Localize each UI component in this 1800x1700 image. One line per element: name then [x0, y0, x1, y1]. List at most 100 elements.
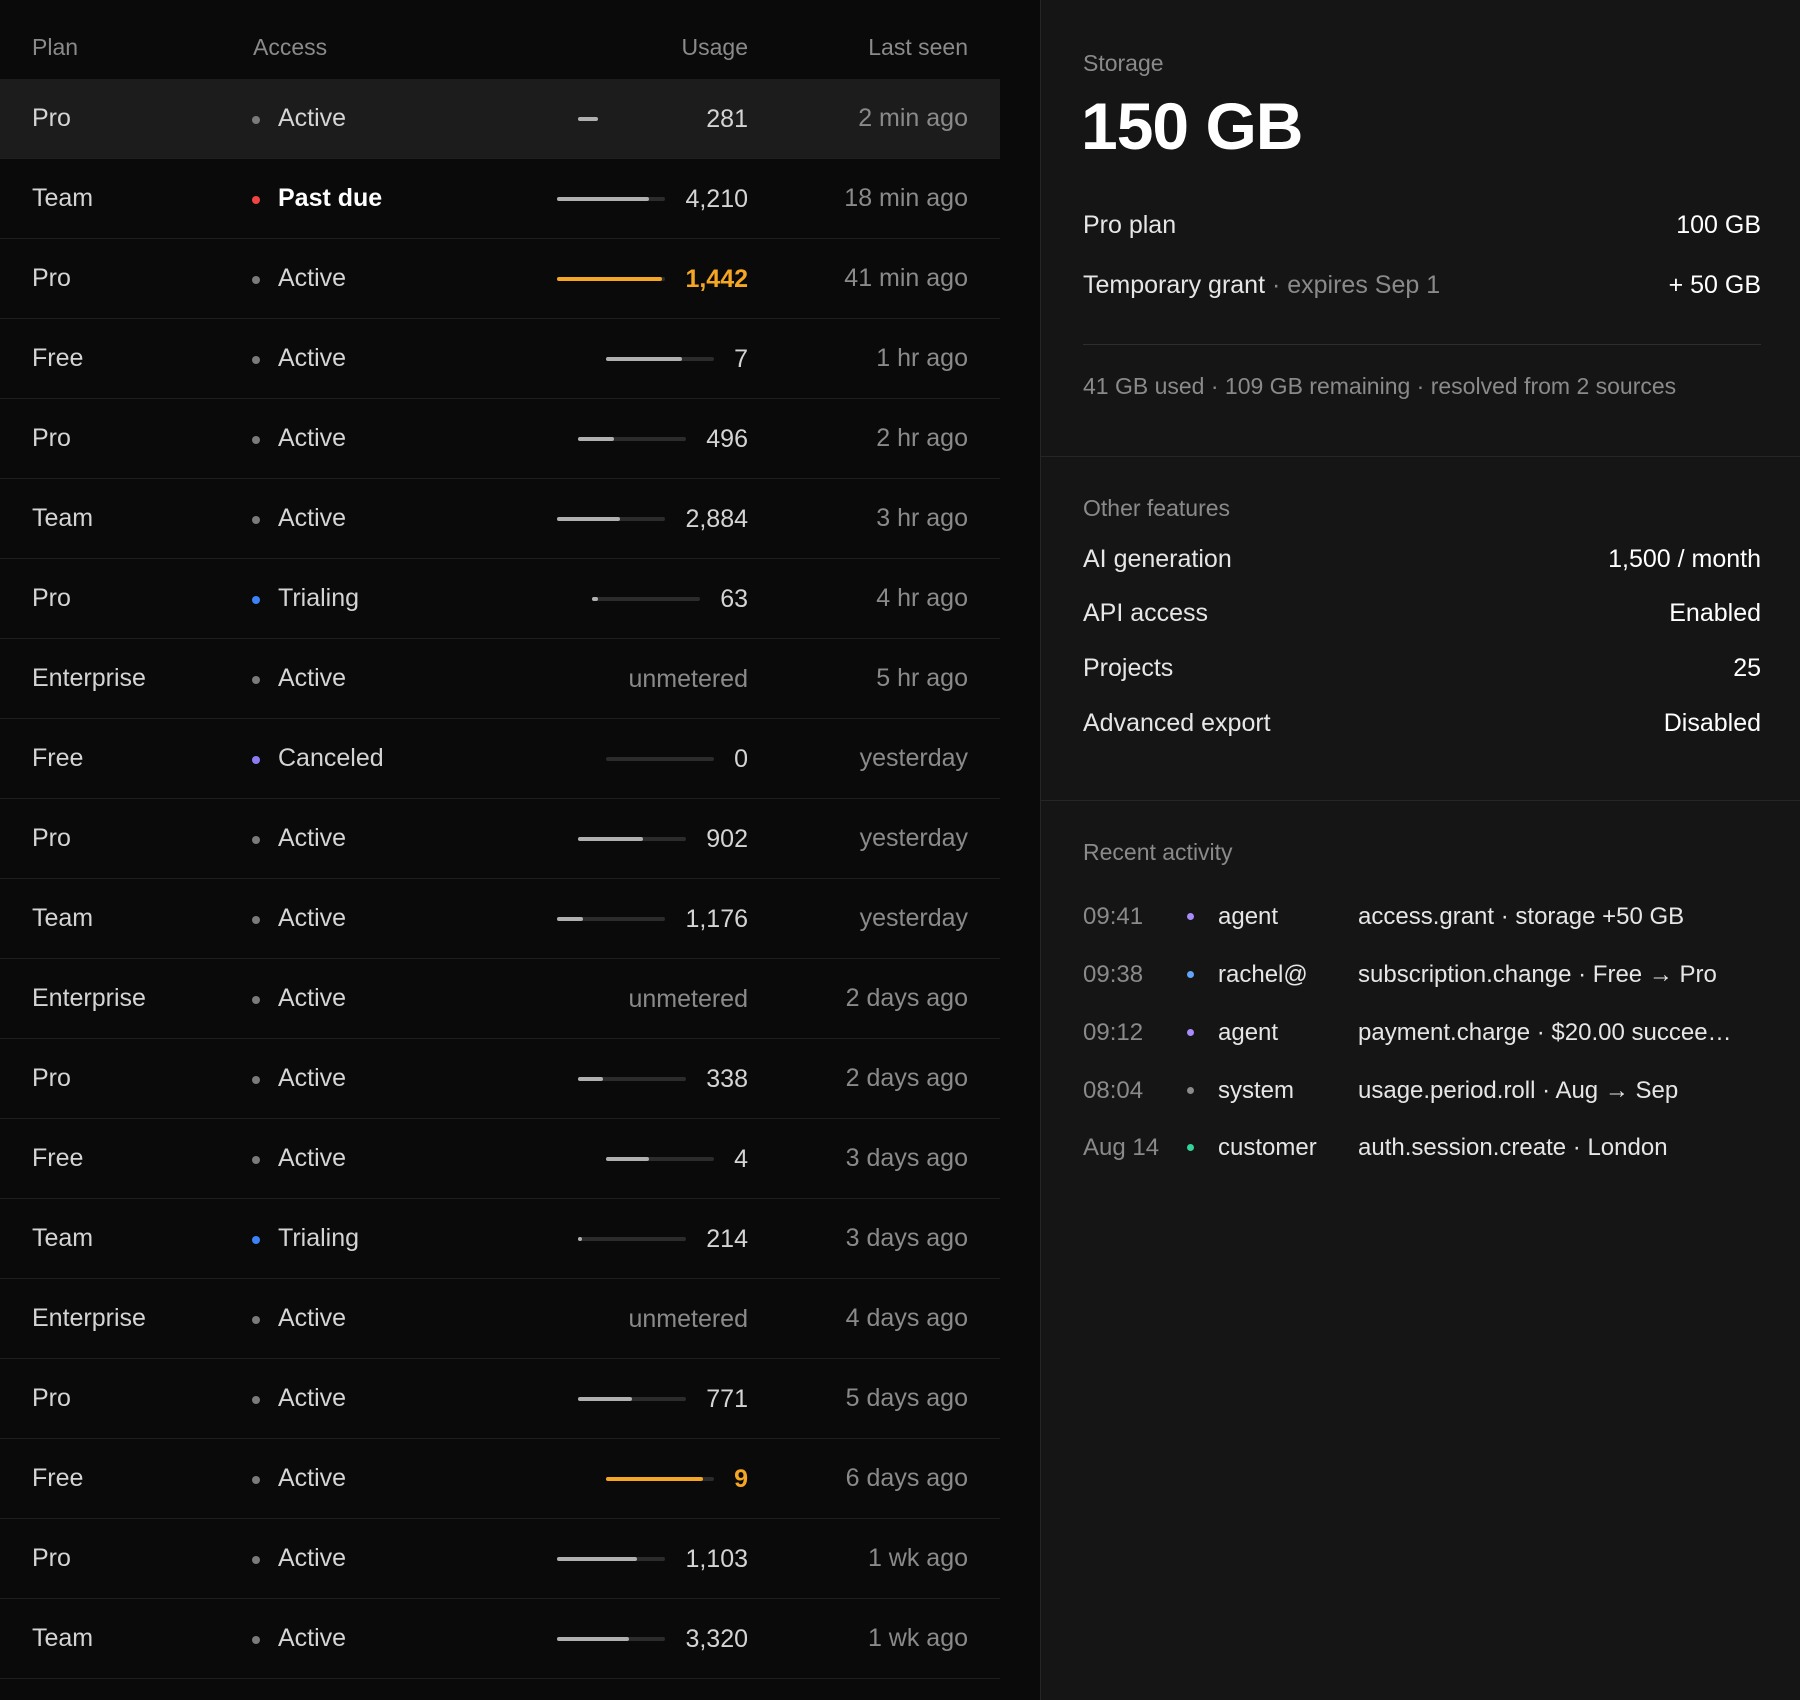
table-row[interactable]: Free Canceled 0 yesterday [0, 719, 1000, 799]
activity-event: payment.charge · $20.00 succee… [1358, 1019, 1732, 1046]
last-seen: 2 hr ago [876, 424, 968, 452]
status-dot-icon [252, 516, 260, 524]
activity-time: 09:38 [1083, 961, 1144, 988]
table-row[interactable]: Pro Active 1,442 41 min ago [0, 239, 1000, 319]
access-status: Active [278, 1464, 347, 1492]
table-row[interactable]: Enterprise Active unmetered 5 hr ago [0, 639, 1000, 719]
plan-cell: Free [32, 344, 84, 372]
table-row[interactable]: Team Active 2,884 3 hr ago [0, 479, 1000, 559]
table-row[interactable]: Team Trialing 214 3 days ago [0, 1199, 1000, 1279]
activity-event: usage.period.roll · Aug → Sep [1358, 1077, 1679, 1104]
plan-cell: Free [32, 1144, 84, 1172]
access-status: Active [278, 664, 347, 692]
activity-time: Aug 14 [1083, 1134, 1160, 1161]
table-row[interactable]: Free Active 7 1 hr ago [0, 319, 1000, 399]
usage-value: 1,176 [685, 905, 748, 933]
access-status: Active [278, 264, 347, 292]
last-seen: 2 days ago [845, 1064, 968, 1092]
table-row[interactable]: Team Active 3,320 1 wk ago [0, 1599, 1000, 1679]
usage-bar [557, 1557, 666, 1561]
access-status: Active [278, 1384, 347, 1412]
status-dot-icon [252, 596, 260, 604]
features-label: Other features [1083, 495, 1231, 521]
usage-bar-fill [557, 197, 650, 201]
last-seen: 2 days ago [845, 984, 968, 1012]
status-dot-icon [252, 676, 260, 684]
status-dot-icon [252, 1556, 260, 1564]
table-row[interactable]: Team Active 1,176 yesterday [0, 879, 1000, 959]
access-status: Active [278, 104, 347, 132]
usage-value: unmetered [628, 985, 748, 1013]
usage-value: 214 [706, 1225, 748, 1253]
table-row[interactable]: Pro Active 1,103 1 wk ago [0, 1519, 1000, 1599]
table-row[interactable]: Pro Active 281 2 min ago [0, 79, 1000, 159]
usage-value: 281 [706, 105, 748, 133]
activity-event: subscription.change · Free → Pro [1358, 961, 1717, 988]
access-status: Past due [278, 184, 383, 212]
feature-name: Projects [1083, 654, 1174, 682]
activity-event: access.grant · storage +50 GB [1358, 903, 1685, 930]
table-row[interactable]: Pro Active 496 2 hr ago [0, 399, 1000, 479]
feature-value: Enabled [1669, 599, 1761, 627]
usage-bar-fill [578, 1237, 583, 1241]
usage-bar-fill [557, 917, 584, 921]
access-status: Active [278, 984, 347, 1012]
last-seen: 1 hr ago [876, 344, 968, 372]
last-seen: 1 wk ago [867, 1544, 968, 1572]
access-status: Trialing [278, 1224, 360, 1252]
usage-value: 902 [706, 825, 748, 853]
activity-actor: agent [1218, 1019, 1279, 1046]
last-seen: yesterday [859, 744, 968, 772]
column-header-access[interactable]: Access [253, 34, 327, 61]
usage-value: 496 [706, 425, 748, 453]
storage-source-value: 100 GB [1676, 211, 1761, 239]
table-header: Plan Access Usage Last seen [0, 0, 1000, 80]
table-row[interactable]: Team Past due 4,210 18 min ago [0, 159, 1000, 239]
column-header-last-seen[interactable]: Last seen [868, 34, 968, 61]
usage-bar-fill [557, 517, 621, 521]
storage-source-value: + 50 GB [1668, 271, 1761, 299]
feature-value: 25 [1733, 654, 1761, 682]
access-status: Active [278, 424, 347, 452]
plan-cell: Pro [32, 264, 71, 292]
status-dot-icon [252, 1396, 260, 1404]
column-header-plan[interactable]: Plan [32, 34, 78, 61]
table-row[interactable]: Pro Active 338 2 days ago [0, 1039, 1000, 1119]
usage-value: 771 [706, 1385, 748, 1413]
table-row[interactable]: Free Active 4 3 days ago [0, 1119, 1000, 1199]
feature-value: 1,500 / month [1608, 545, 1761, 573]
storage-source-name: Temporary grant · expires Sep 1 [1083, 271, 1440, 300]
status-dot-icon [252, 196, 260, 204]
usage-bar [606, 757, 715, 761]
table-body: Pro Active 281 2 min ago Team Past due 4,210 18… [0, 79, 1000, 1679]
actor-dot-icon [1187, 1029, 1194, 1036]
storage-divider [1083, 344, 1761, 345]
usage-bar [578, 1077, 687, 1081]
usage-bar [606, 1477, 715, 1481]
usage-bar [578, 117, 686, 121]
usage-value: 0 [734, 745, 748, 773]
actor-dot-icon [1187, 913, 1194, 920]
storage-source-note: · expires Sep 1 [1265, 271, 1441, 299]
plan-cell: Enterprise [32, 664, 146, 692]
table-row[interactable]: Pro Active 771 5 days ago [0, 1359, 1000, 1439]
last-seen: 5 days ago [845, 1384, 968, 1412]
table-row[interactable]: Pro Active 902 yesterday [0, 799, 1000, 879]
table-row[interactable]: Enterprise Active unmetered 4 days ago [0, 1279, 1000, 1359]
usage-bar [606, 1157, 715, 1161]
storage-source-name: Pro plan [1083, 211, 1177, 239]
usage-bar-fill [557, 277, 663, 281]
status-dot-icon [252, 1636, 260, 1644]
usage-bar-fill [606, 1477, 704, 1481]
table-row[interactable]: Pro Trialing 63 4 hr ago [0, 559, 1000, 639]
table-row[interactable]: Enterprise Active unmetered 2 days ago [0, 959, 1000, 1039]
usage-bar-fill [578, 1077, 604, 1081]
table-row[interactable]: Free Active 9 6 days ago [0, 1439, 1000, 1519]
column-header-usage[interactable]: Usage [682, 34, 748, 61]
plan-cell: Team [32, 1624, 94, 1652]
access-status: Active [278, 1144, 347, 1172]
activity-event: auth.session.create · London [1358, 1134, 1668, 1161]
status-dot-icon [252, 1236, 260, 1244]
status-dot-icon [252, 116, 260, 124]
usage-bar [592, 597, 701, 601]
